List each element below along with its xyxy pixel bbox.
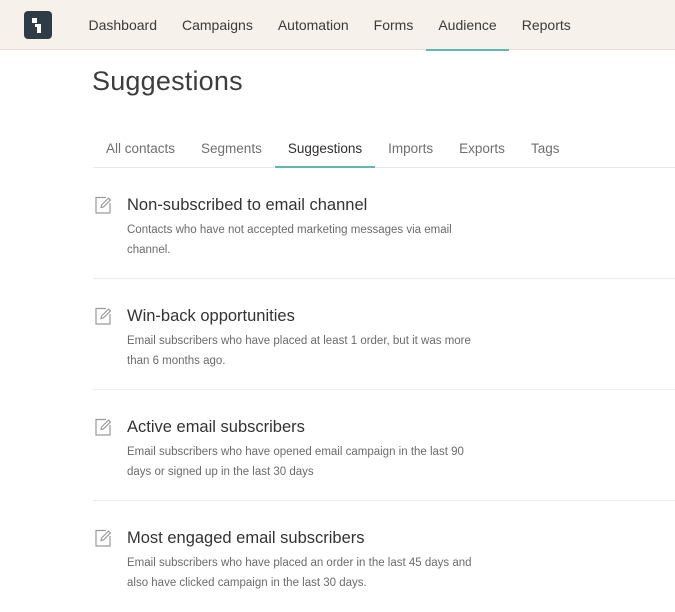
nav-item-label: Automation (277, 17, 349, 33)
edit-icon[interactable] (93, 306, 113, 326)
suggestion-description: Email subscribers who have placed at lea… (127, 335, 471, 367)
suggestion-description: Email subscribers who have opened email … (127, 446, 464, 478)
tab-all-contacts[interactable]: All contacts (93, 130, 188, 167)
edit-icon[interactable] (93, 195, 113, 215)
nav-item-label: Audience (438, 17, 497, 33)
app-logo-icon[interactable] (24, 11, 52, 39)
suggestion-title[interactable]: Non-subscribed to email channel (127, 196, 367, 215)
page-title: Suggestions (92, 66, 243, 96)
tab-label: Suggestions (287, 141, 363, 156)
suggestions-list: Non-subscribed to email channel Contacts… (93, 168, 675, 612)
edit-icon[interactable] (93, 417, 113, 437)
tab-label: All contacts (106, 141, 176, 156)
tab-exports[interactable]: Exports (446, 130, 518, 167)
nav-item-automation[interactable]: Automation (265, 0, 361, 50)
nav-item-reports[interactable]: Reports (509, 0, 583, 50)
nav-item-label: Dashboard (88, 17, 158, 33)
suggestion-description: Contacts who have not accepted marketing… (127, 224, 452, 256)
suggestion-title[interactable]: Active email subscribers (127, 418, 305, 437)
tab-label: Tags (530, 141, 560, 156)
suggestion-item-active-subscribers[interactable]: Active email subscribers Email subscribe… (93, 390, 675, 501)
nav-item-forms[interactable]: Forms (361, 0, 426, 50)
tab-label: Imports (388, 141, 434, 156)
nav-item-label: Campaigns (182, 17, 253, 33)
top-navigation-bar: Dashboard Campaigns Automation Forms Aud… (0, 0, 675, 51)
main-nav: Dashboard Campaigns Automation Forms Aud… (76, 0, 583, 51)
tab-tags[interactable]: Tags (518, 130, 573, 167)
suggestion-title[interactable]: Win-back opportunities (127, 307, 295, 326)
suggestion-item-most-engaged[interactable]: Most engaged email subscribers Email sub… (93, 501, 675, 612)
audience-tabs: All contacts Segments Suggestions Import… (93, 130, 675, 168)
tab-label: Exports (459, 141, 505, 156)
suggestion-description: Email subscribers who have placed an ord… (127, 557, 472, 589)
edit-icon[interactable] (93, 528, 113, 548)
tab-imports[interactable]: Imports (375, 130, 446, 167)
nav-item-audience[interactable]: Audience (425, 0, 510, 51)
suggestion-item-non-subscribed[interactable]: Non-subscribed to email channel Contacts… (93, 168, 675, 279)
nav-item-dashboard[interactable]: Dashboard (76, 0, 170, 50)
tab-suggestions[interactable]: Suggestions (274, 130, 376, 168)
tab-label: Segments (201, 141, 262, 156)
nav-item-label: Reports (521, 17, 571, 33)
nav-item-campaigns[interactable]: Campaigns (170, 0, 266, 50)
suggestion-title[interactable]: Most engaged email subscribers (127, 529, 365, 548)
suggestion-item-win-back[interactable]: Win-back opportunities Email subscribers… (93, 279, 675, 390)
tab-segments[interactable]: Segments (188, 130, 275, 167)
nav-item-label: Forms (373, 17, 414, 33)
